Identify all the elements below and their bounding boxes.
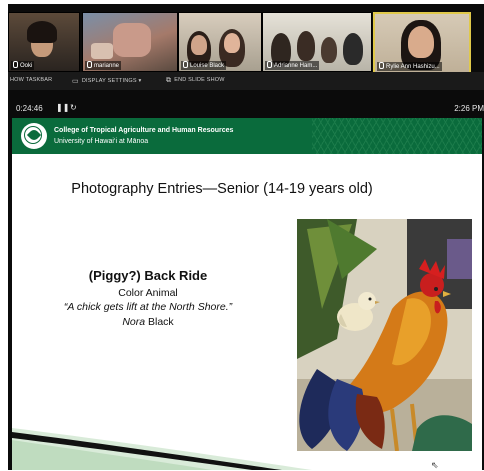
participant-name: Rylie Ann Hashizu... xyxy=(377,62,442,71)
presentation-slide: College of Tropical Agriculture and Huma… xyxy=(12,118,482,470)
entry-title: (Piggy?) Back Ride xyxy=(88,268,208,283)
participant-tile[interactable]: Adrianne Ham... xyxy=(262,12,372,72)
participant-tile[interactable]: marianne xyxy=(82,12,178,72)
clock-time: 2:26 PM xyxy=(454,104,484,113)
stop-presentation-icon: ⧉ xyxy=(166,77,172,84)
participant-figure xyxy=(321,37,337,63)
display-settings-button[interactable]: ▭ DISPLAY SETTINGS ▾ xyxy=(72,77,141,85)
banner-pattern xyxy=(312,118,482,154)
participant-name: marianne xyxy=(85,61,122,70)
show-taskbar-button[interactable]: HOW TASKBAR xyxy=(10,77,52,83)
photo-illustration xyxy=(297,219,472,451)
pause-icon[interactable]: ❚❚ xyxy=(56,103,69,112)
participant-face xyxy=(408,26,434,58)
participant-figure xyxy=(297,31,315,61)
mic-icon xyxy=(13,61,18,68)
participant-face xyxy=(191,35,207,55)
elapsed-timer: 0:24:46 xyxy=(16,104,43,113)
participant-face xyxy=(224,33,240,53)
participant-tile[interactable]: Louise Black xyxy=(178,12,262,72)
participant-strip: Ooki marianne Louise Black Adrianne Ham.… xyxy=(8,8,484,74)
slide-title: Photography Entries—Senior (14-19 years … xyxy=(71,181,373,197)
mic-icon xyxy=(379,62,384,69)
participant-hair xyxy=(27,21,57,43)
slide-swoosh-decoration xyxy=(12,428,312,470)
university-seal-logo xyxy=(21,123,47,149)
college-name: College of Tropical Agriculture and Huma… xyxy=(54,127,234,134)
mouse-pointer-icon: ⇖ xyxy=(431,460,439,470)
participant-tile[interactable]: Ooki xyxy=(8,12,80,72)
end-slide-show-button[interactable]: ⧉ END SLIDE SHOW xyxy=(166,77,225,85)
mic-icon xyxy=(87,61,92,68)
entry-photo-rooster-and-chick xyxy=(297,219,472,451)
display-settings-label: DISPLAY SETTINGS ▾ xyxy=(81,78,142,84)
monitor-icon: ▭ xyxy=(72,78,79,85)
participant-name: Louise Black xyxy=(181,61,227,70)
mic-icon xyxy=(267,61,272,68)
restart-icon[interactable]: ↻ xyxy=(70,103,77,112)
scene-object xyxy=(91,43,113,59)
entry-caption: “A chick gets lift at the North Shore.” xyxy=(63,301,233,313)
presenter-toolbar: HOW TASKBAR ▭ DISPLAY SETTINGS ▾ ⧉ END SLI… xyxy=(8,72,484,90)
entry-author: Nora Black xyxy=(38,316,258,328)
show-taskbar-label: HOW TASKBAR xyxy=(10,77,53,83)
entry-category: Color Animal xyxy=(118,287,178,299)
author-last-name: Black xyxy=(145,316,174,328)
university-name: University of Hawai‘i at Mānoa xyxy=(54,138,149,145)
participant-figure xyxy=(343,33,363,65)
presenter-timer-bar: 0:24:46 ❚❚ ↻ 2:26 PM xyxy=(8,102,484,118)
mic-icon xyxy=(183,61,188,68)
slide-banner: College of Tropical Agriculture and Huma… xyxy=(12,118,482,154)
participant-tile-active-speaker[interactable]: Rylie Ann Hashizu... xyxy=(373,12,471,74)
participant-figure xyxy=(113,23,151,57)
participant-name: Adrianne Ham... xyxy=(265,61,320,70)
end-slide-show-label: END SLIDE SHOW xyxy=(174,77,225,83)
author-first-name: Nora xyxy=(122,316,146,328)
participant-name: Ooki xyxy=(11,61,35,70)
